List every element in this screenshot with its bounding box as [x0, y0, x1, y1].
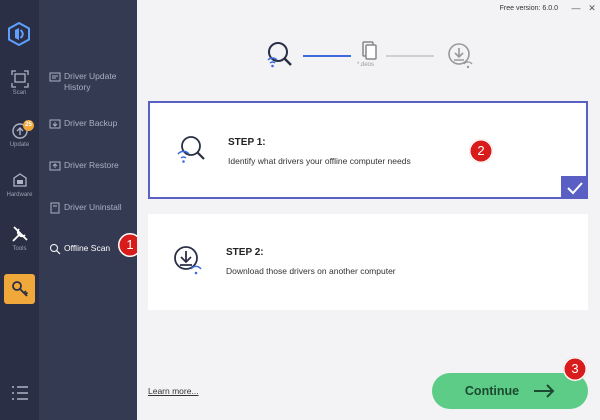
offline-scan-icon: [50, 244, 61, 255]
arrow-right-icon: [534, 384, 555, 398]
annotation-marker-3: 3: [563, 357, 587, 381]
app-logo-icon: [8, 22, 30, 46]
rail-label-scan: Scan: [12, 90, 27, 96]
rail-label-tools: Tools: [12, 246, 27, 252]
key-icon: [11, 281, 28, 297]
hardware-icon: [12, 173, 27, 187]
title-bar: Free version: 6.0.0 — ✕: [500, 0, 600, 16]
subnav-label: Offline Scan: [64, 243, 111, 253]
subnav-label: Driver Backup: [64, 118, 118, 128]
subnav-label: Driver Restore: [64, 160, 119, 170]
rail-label-hardware: Hardware: [6, 192, 33, 198]
rail-item-scan[interactable]: Scan: [0, 70, 39, 114]
uninstall-icon: [50, 202, 60, 214]
step-1-card[interactable]: STEP 1: Identify what drivers your offli…: [148, 101, 588, 199]
download-icon: [448, 43, 473, 69]
step-1-description: Identify what drivers your offline compu…: [228, 156, 411, 166]
rail-item-hardware[interactable]: Hardware: [0, 172, 39, 216]
selected-check-icon: [561, 176, 588, 199]
subnav-item-driver-update-history[interactable]: Driver Update History: [49, 71, 137, 93]
subnav-item-driver-restore[interactable]: Driver Restore: [49, 160, 137, 172]
backup-icon: [49, 119, 61, 129]
download-wifi-icon: [174, 246, 202, 275]
rail-item-tools[interactable]: Tools: [0, 224, 39, 268]
scan-icon: [10, 70, 29, 88]
scan-magnifier-icon: [177, 136, 205, 163]
subnav-item-driver-backup[interactable]: Driver Backup: [49, 118, 137, 130]
step-2-card[interactable]: STEP 2: Download those drivers on anothe…: [148, 214, 588, 310]
rail-item-update[interactable]: 25 Update: [0, 120, 39, 166]
history-icon: [49, 72, 61, 82]
subnav-label: Driver Uninstall: [64, 202, 122, 212]
step-2-title: STEP 2:: [226, 247, 264, 258]
update-count-badge: 25: [23, 120, 34, 131]
continue-button[interactable]: Continue: [432, 373, 588, 409]
progress-track: *.deos: [137, 40, 600, 80]
rail-item-key[interactable]: [4, 274, 35, 304]
learn-more-link[interactable]: Learn more...: [148, 386, 199, 396]
restore-icon: [49, 161, 61, 171]
step-2-description: Download those drivers on another comput…: [226, 266, 396, 276]
step-1-title: STEP 1:: [228, 137, 266, 148]
version-label: Free version: 6.0.0: [499, 4, 558, 12]
tools-subnav: Driver Update History Driver Backup Driv…: [39, 0, 142, 420]
tools-icon: [11, 226, 28, 242]
track-line-1: [303, 55, 351, 57]
app-window: Scan 25 Update Hardware Tools Driver Upd…: [0, 0, 600, 420]
minimize-button[interactable]: —: [568, 1, 584, 15]
track-line-2: [386, 55, 434, 57]
continue-label: Continue: [464, 384, 520, 398]
subnav-label: Driver Update History: [64, 71, 117, 92]
close-button[interactable]: ✕: [584, 1, 600, 15]
annotation-marker-2: 2: [469, 139, 493, 163]
subnav-item-driver-uninstall[interactable]: Driver Uninstall: [49, 202, 137, 214]
main-panel: Free version: 6.0.0 — ✕ *.deos STEP 1: I…: [137, 0, 600, 420]
file-icon: [362, 41, 377, 60]
menu-icon[interactable]: [11, 384, 29, 402]
track-caption: *.deos: [357, 62, 375, 68]
rail-label-update: Update: [9, 142, 30, 148]
scan-magnifier-icon: [267, 42, 292, 68]
icon-rail: Scan 25 Update Hardware Tools: [0, 0, 39, 420]
